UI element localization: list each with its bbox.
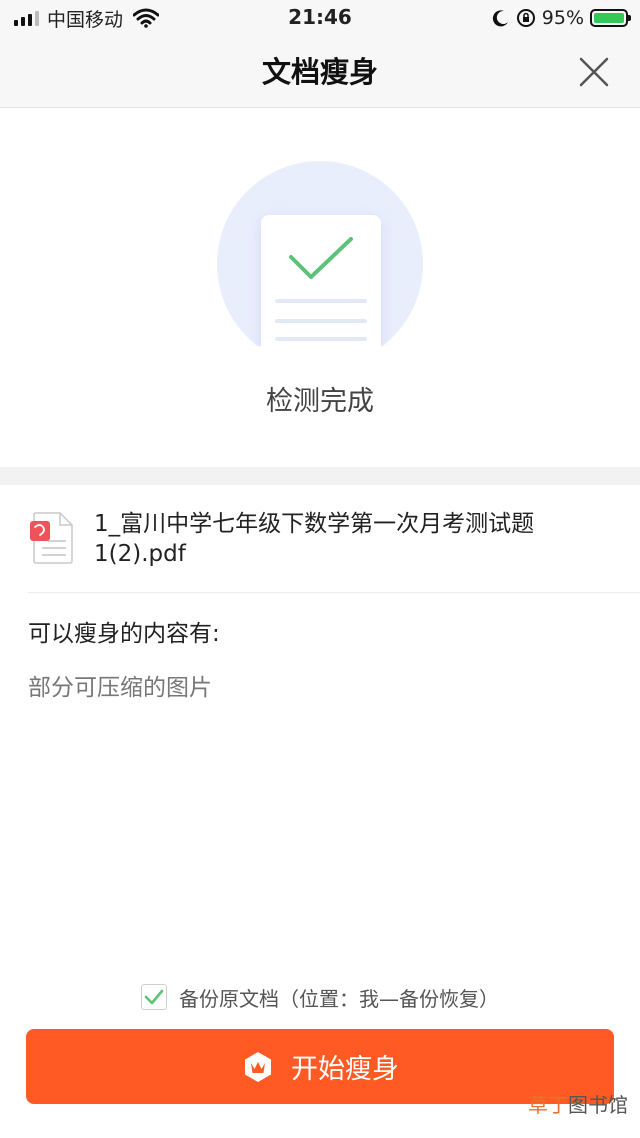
pdf-file-icon: [30, 512, 73, 564]
watermark: 草丁图书馆: [528, 1089, 628, 1118]
section-divider: [0, 467, 640, 485]
slimmable-content-title: 可以瘦身的内容有:: [28, 621, 220, 647]
start-slimming-label: 开始瘦身: [291, 1054, 399, 1085]
status-bar: 中国移动 21:46 95%: [0, 0, 640, 36]
detection-result: 检测完成: [0, 109, 640, 467]
detection-status: 检测完成: [266, 386, 374, 417]
battery-percent: 95%: [541, 7, 584, 29]
backup-option[interactable]: 备份原文档（位置：我—备份恢复）: [0, 982, 640, 1012]
nav-bar: 文档瘦身: [0, 36, 640, 108]
backup-label: 备份原文档（位置：我—备份恢复）: [179, 986, 499, 1011]
backup-checkbox[interactable]: [141, 984, 167, 1010]
close-icon[interactable]: [578, 56, 610, 88]
crown-icon: [245, 1051, 271, 1082]
status-right: 95%: [492, 5, 631, 31]
hero-document: [261, 215, 381, 346]
watermark-accent: 草丁: [528, 1093, 568, 1117]
page-title: 文档瘦身: [261, 55, 378, 89]
start-slimming-button[interactable]: 开始瘦身: [26, 1029, 614, 1104]
file-separator: [28, 592, 640, 593]
file-name: 1_富川中学七年级下数学第一次月考测试题1(2).pdf: [94, 511, 535, 567]
document-check-icon: [217, 161, 423, 346]
file-row: 1_富川中学七年级下数学第一次月考测试题1(2).pdf: [0, 485, 640, 593]
battery-charging-icon: [590, 9, 631, 27]
watermark-text: 图书馆: [568, 1093, 628, 1117]
check-icon: [144, 989, 164, 1005]
moon-icon: [492, 10, 508, 27]
slimmable-content-item: 部分可压缩的图片: [28, 675, 212, 701]
rotation-lock-icon: [516, 9, 535, 27]
